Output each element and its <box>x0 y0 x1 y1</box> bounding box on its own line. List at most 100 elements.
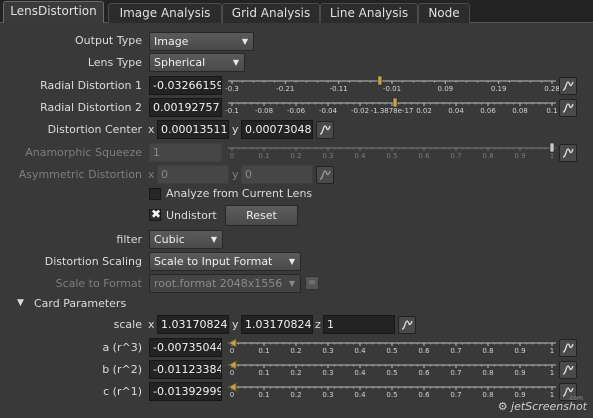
slider-tick-label: -0.01 <box>383 85 401 93</box>
c-r1-label: c (r^1) <box>103 385 142 398</box>
scale-to-format-dropdown[interactable]: root.format 2048x1556 ▼ <box>149 274 301 293</box>
curve-icon[interactable] <box>398 316 416 334</box>
tab-grid-analysis[interactable]: Grid Analysis <box>222 3 320 23</box>
asymmetric-y-input[interactable]: 0 <box>241 165 313 184</box>
slider-tick-label: 1 <box>550 369 554 377</box>
radial-distortion-1-input[interactable]: -0.03266159 <box>149 76 222 95</box>
slider-tick-label: 0.9 <box>514 152 525 160</box>
slider-tick-label: 0 <box>230 152 234 160</box>
analyze-checkbox[interactable] <box>149 188 161 200</box>
curve-icon[interactable] <box>559 77 577 95</box>
slider-tick-label: 0.8 <box>482 347 493 355</box>
tab-line-analysis[interactable]: Line Analysis <box>320 3 418 23</box>
c-r1-slider[interactable]: 0 0.1 0.2 0.3 0.4 0.5 0.6 0.7 0.8 0.9 1 <box>227 382 556 402</box>
radial-distortion-2-input[interactable]: 0.00192757 <box>149 98 222 117</box>
tab-bar: LensDistortion Image Analysis Grid Analy… <box>0 0 593 24</box>
scale-label: scale <box>113 318 142 331</box>
slider-scale[interactable]: 0 0.1 0.2 0.3 0.4 0.5 0.6 0.7 0.8 0.9 1 <box>227 382 556 402</box>
scale-to-format-label: Scale to Format <box>55 277 142 290</box>
slider-tick-label: 0.7 <box>450 369 461 377</box>
undistort-checkbox[interactable]: ✖ <box>149 207 162 221</box>
scale-x-input[interactable]: 1.03170824 <box>157 315 229 334</box>
asymmetric-x-input[interactable]: 0 <box>157 165 229 184</box>
slider-scale[interactable]: -0.3 -0.21 -0.11 -0.01 0.09 0.19 0.28 <box>225 75 560 96</box>
slider-tick-label: 0.04 <box>448 107 464 115</box>
check-icon: ✖ <box>151 207 162 221</box>
slider-tick-label: 0.09 <box>438 85 454 93</box>
slider-tick-label: 0.5 <box>386 347 397 355</box>
radial-distortion-1-slider[interactable]: -0.3 -0.21 -0.11 -0.01 0.09 0.19 0.28 <box>225 75 560 96</box>
format-equals-button[interactable]: = <box>305 276 319 290</box>
slider-scale[interactable]: -0.1 -0.08 -0.06 -0.04 -0.02 -1.3878e-17 0.02 0… <box>225 97 558 118</box>
radial-distortion-2-slider[interactable]: -0.1 -0.08 -0.06 -0.04 -0.02 -1.3878e-17 0.02 0… <box>225 97 558 118</box>
asymmetric-distortion-label: Asymmetric Distortion <box>18 168 142 181</box>
asym-y-label: y <box>232 168 239 181</box>
slider-tick-label: 0.6 <box>418 391 430 399</box>
b-r2-input[interactable]: -0.01123384 <box>149 360 222 379</box>
triangle-down-icon: ▼ <box>241 37 248 46</box>
distortion-center-y-input[interactable]: 0.00073048 <box>241 120 313 139</box>
slider-tick-label: 0.2 <box>290 369 301 377</box>
curve-icon[interactable] <box>316 121 334 139</box>
slider-tick-label: -0.1 <box>225 107 239 115</box>
distortion-center-x-input[interactable]: 0.00013511 <box>157 120 229 139</box>
triangle-down-icon: ▼ <box>288 279 295 288</box>
distortion-scaling-value: Scale to Input Format <box>154 255 273 268</box>
curve-icon[interactable] <box>559 99 577 117</box>
reset-button[interactable]: Reset <box>225 205 298 226</box>
slider-scale[interactable]: 0 0.1 0.2 0.3 0.4 0.5 0.6 0.7 0.8 0.9 1 <box>228 142 556 163</box>
slider-tick-label: 0.5 <box>386 369 397 377</box>
slider-tick-label: -0.04 <box>319 107 338 115</box>
filter-dropdown[interactable]: Cubic ▼ <box>149 230 223 249</box>
slider-tick-label: 0.9 <box>514 347 525 355</box>
slider-tick-label: 0.1 <box>546 107 557 115</box>
c-r1-input[interactable]: -0.01392999 <box>149 382 222 401</box>
distortion-scaling-label: Distortion Scaling <box>44 255 142 268</box>
output-type-value: Image <box>154 35 189 48</box>
slider-tick-label: 0.4 <box>354 347 366 355</box>
slider-tick-label: 0.2 <box>290 347 301 355</box>
a-r3-input[interactable]: -0.00735044 <box>149 338 222 357</box>
tab-lensdistortion[interactable]: LensDistortion <box>3 1 104 24</box>
tab-image-analysis[interactable]: Image Analysis <box>108 3 222 23</box>
distortion-center-label: Distortion Center <box>47 123 142 136</box>
slider-tick-label: -1.3878e-17 <box>371 107 414 115</box>
slider-tick-label: 0.4 <box>354 391 366 399</box>
slider-tick-label: 0.19 <box>491 85 507 93</box>
slider-scale[interactable]: 0 0.1 0.2 0.3 0.4 0.5 0.6 0.7 0.8 0.9 1 <box>227 360 556 380</box>
slider-knob <box>549 142 555 153</box>
slider-scale[interactable]: 0 0.1 0.2 0.3 0.4 0.5 0.6 0.7 0.8 0.9 1 <box>227 338 556 358</box>
slider-tick-label: 0.7 <box>450 391 461 399</box>
a-r3-slider[interactable]: 0 0.1 0.2 0.3 0.4 0.5 0.6 0.7 0.8 0.9 1 <box>227 338 556 358</box>
anamorphic-squeeze-input[interactable]: 1 <box>149 143 222 162</box>
anamorphic-squeeze-label: Anamorphic Squeeze <box>25 146 142 159</box>
lens-type-dropdown[interactable]: Spherical ▼ <box>149 53 245 72</box>
slider-tick-label: 0.3 <box>322 152 333 160</box>
tab-node[interactable]: Node <box>418 3 470 23</box>
scale-y-input[interactable]: 1.03170824 <box>241 315 313 334</box>
scale-z-input[interactable]: 1 <box>323 315 395 334</box>
curve-icon[interactable] <box>316 166 334 184</box>
asym-x-label: x <box>148 168 155 181</box>
triangle-down-icon: ▼ <box>232 58 239 67</box>
center-x-label: x <box>148 123 155 136</box>
triangle-down-icon[interactable]: ▼ <box>17 296 24 310</box>
curve-icon[interactable] <box>559 144 577 162</box>
distortion-scaling-dropdown[interactable]: Scale to Input Format ▼ <box>149 252 301 271</box>
slider-tick-label: 0.2 <box>290 391 301 399</box>
slider-tick-label: 0.8 <box>482 152 493 160</box>
undistort-label: Undistort <box>166 209 217 222</box>
slider-tick-label: 0.8 <box>482 369 493 377</box>
b-r2-slider[interactable]: 0 0.1 0.2 0.3 0.4 0.5 0.6 0.7 0.8 0.9 1 <box>227 360 556 380</box>
slider-tick-label: 0.3 <box>322 347 333 355</box>
anamorphic-squeeze-slider[interactable]: 0 0.1 0.2 0.3 0.4 0.5 0.6 0.7 0.8 0.9 1 <box>228 142 556 163</box>
slider-tick-label: 0.9 <box>514 369 525 377</box>
watermark-logo: ⚙ jetScreenshot <box>497 400 587 413</box>
curve-icon[interactable] <box>559 339 577 357</box>
output-type-dropdown[interactable]: Image ▼ <box>149 32 254 51</box>
curve-icon[interactable] <box>559 361 577 379</box>
slider-tick-label: 0.28 <box>544 85 560 93</box>
filter-value: Cubic <box>154 233 185 246</box>
slider-tick-label: -0.21 <box>276 85 294 93</box>
slider-tick-label: -0.02 <box>351 107 369 115</box>
